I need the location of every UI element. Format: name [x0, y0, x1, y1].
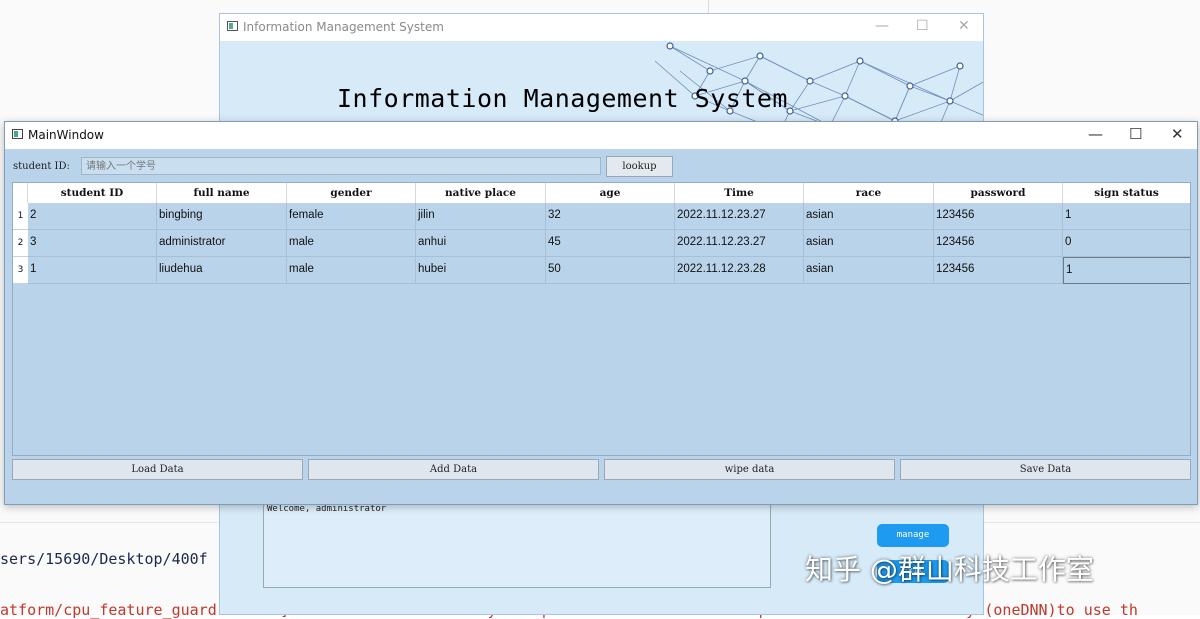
column-header-full-name[interactable]: full name: [157, 183, 287, 203]
table-cell[interactable]: anhui: [416, 230, 546, 257]
column-header-native-place[interactable]: native place: [416, 183, 546, 203]
table-row[interactable]: 2 bingbing female jilin 32 2022.11.12.23…: [28, 203, 1190, 230]
manage-button[interactable]: manage: [877, 524, 949, 547]
table-cell[interactable]: 2: [28, 203, 157, 230]
table-cell[interactable]: liudehua: [157, 257, 287, 284]
main-window: MainWindow — ☐ ✕ student ID: lookup stud…: [4, 121, 1198, 505]
table-cell[interactable]: 50: [546, 257, 675, 284]
table-cell[interactable]: 123456: [934, 257, 1063, 284]
table-cell[interactable]: 123456: [934, 230, 1063, 257]
table-cell[interactable]: asian: [804, 230, 934, 257]
column-header-gender[interactable]: gender: [287, 183, 416, 203]
maximize-icon[interactable]: ☐: [916, 18, 929, 34]
background-divider-vertical: [708, 0, 709, 14]
table-row[interactable]: 1 liudehua male hubei 50 2022.11.12.23.2…: [28, 257, 1190, 284]
table-cell[interactable]: female: [287, 203, 416, 230]
table-cell[interactable]: administrator: [157, 230, 287, 257]
save-data-button[interactable]: Save Data: [900, 459, 1191, 480]
table-header: student ID full name gender native place…: [13, 183, 1190, 204]
minimize-icon[interactable]: —: [875, 18, 889, 34]
column-header-password[interactable]: password: [934, 183, 1063, 203]
close-icon[interactable]: ✕: [1171, 125, 1184, 143]
table-cell[interactable]: bingbing: [157, 203, 287, 230]
table-cell[interactable]: male: [287, 257, 416, 284]
column-header-sign-status[interactable]: sign status: [1063, 183, 1190, 203]
table-cell[interactable]: 3: [28, 230, 157, 257]
table-cell[interactable]: male: [287, 230, 416, 257]
watermark: 知乎 @群山科技工作室: [805, 553, 1094, 586]
table-corner: [13, 183, 28, 203]
close-icon[interactable]: ✕: [958, 18, 970, 34]
ims-window-title: Information Management System: [243, 20, 444, 34]
table-cell[interactable]: 32: [546, 203, 675, 230]
console-path-text: sers/15690/Desktop/400f: [0, 550, 208, 568]
column-header-age[interactable]: age: [546, 183, 675, 203]
table-cell[interactable]: asian: [804, 203, 934, 230]
table-cell-focused[interactable]: 1: [1063, 257, 1190, 284]
app-window-icon: [227, 21, 238, 31]
table-cell[interactable]: 123456: [934, 203, 1063, 230]
ims-titlebar: Information Management System — ☐ ✕: [220, 14, 983, 41]
load-data-button[interactable]: Load Data: [12, 459, 303, 480]
row-number[interactable]: 3: [13, 257, 28, 284]
add-data-button[interactable]: Add Data: [308, 459, 599, 480]
main-window-title: MainWindow: [28, 128, 104, 142]
column-header-race[interactable]: race: [804, 183, 934, 203]
table-row[interactable]: 3 administrator male anhui 45 2022.11.12…: [28, 230, 1190, 257]
ims-heading: Information Management System: [337, 84, 788, 113]
welcome-text: Welcome, administrator: [267, 504, 387, 514]
table-cell[interactable]: asian: [804, 257, 934, 284]
table-cell[interactable]: 2022.11.12.23.28: [675, 257, 804, 284]
student-id-input[interactable]: [81, 157, 601, 175]
app-window-icon: [12, 129, 23, 139]
table-cell[interactable]: jilin: [416, 203, 546, 230]
minimize-icon[interactable]: —: [1088, 125, 1103, 143]
maximize-icon[interactable]: ☐: [1129, 125, 1142, 143]
wipe-data-button[interactable]: wipe data: [604, 459, 895, 480]
student-id-label: student ID:: [13, 161, 70, 172]
welcome-text-area[interactable]: Welcome, administrator: [263, 502, 771, 588]
row-number[interactable]: 2: [13, 230, 28, 257]
table-cell[interactable]: hubei: [416, 257, 546, 284]
table-cell[interactable]: 0: [1063, 230, 1190, 257]
table-cell[interactable]: 1: [28, 257, 157, 284]
table-cell[interactable]: 1: [1063, 203, 1190, 230]
row-number[interactable]: 1: [13, 203, 28, 230]
table-cell[interactable]: 2022.11.12.23.27: [675, 203, 804, 230]
table-cell[interactable]: 45: [546, 230, 675, 257]
column-header-student-id[interactable]: student ID: [28, 183, 157, 203]
table-cell[interactable]: 2022.11.12.23.27: [675, 230, 804, 257]
lookup-button[interactable]: lookup: [606, 156, 673, 177]
column-header-time[interactable]: Time: [675, 183, 804, 203]
data-table[interactable]: student ID full name gender native place…: [12, 182, 1191, 456]
main-titlebar: MainWindow — ☐ ✕: [5, 122, 1197, 149]
